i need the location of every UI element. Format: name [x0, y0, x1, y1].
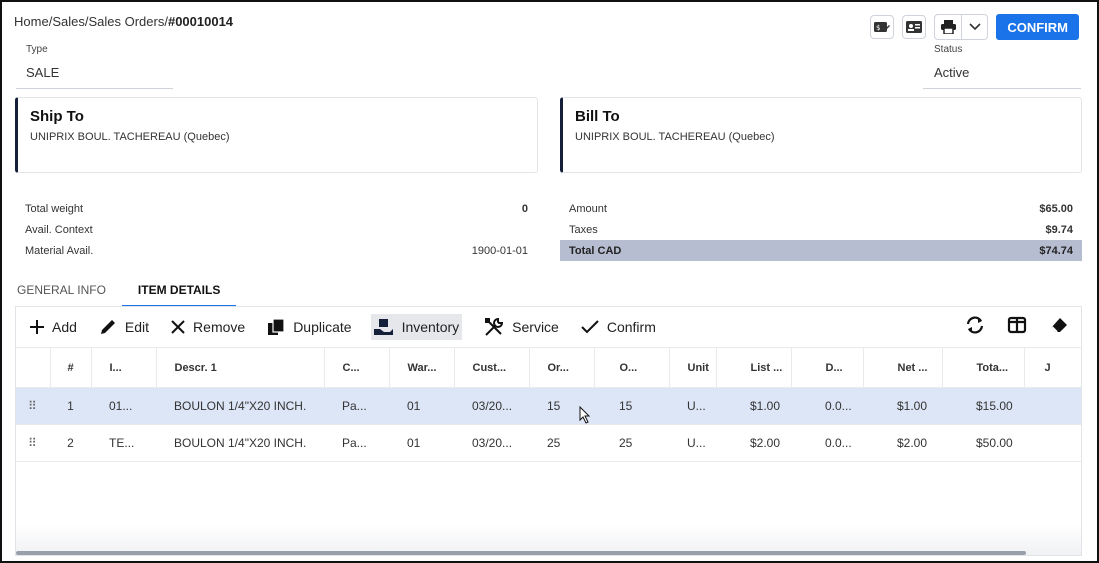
tools-icon	[485, 317, 504, 336]
col-description[interactable]: Descr. 1	[156, 347, 325, 388]
col-unit[interactable]: Unit	[669, 347, 717, 388]
refresh-icon[interactable]	[965, 315, 985, 335]
col-list-price[interactable]: List ...	[716, 347, 792, 388]
eraser-icon[interactable]	[1049, 315, 1069, 335]
price-tag-button[interactable]: $	[870, 15, 895, 39]
print-split-button	[934, 14, 989, 40]
inventory-icon	[373, 319, 393, 335]
weight-summary: Total weight 0 Avail. Context Material Av…	[16, 198, 537, 261]
edit-button[interactable]: Edit	[99, 314, 149, 340]
type-label: Type	[26, 44, 48, 55]
checkmark-icon	[581, 320, 599, 334]
breadcrumb-home[interactable]: Home	[14, 14, 49, 29]
print-options-dropdown[interactable]	[961, 15, 987, 39]
drag-handle-icon[interactable]: ⠿	[16, 387, 50, 425]
sales-order-page: Home / Sales / Sales Orders / #00010014 $ CONF…	[0, 0, 1099, 563]
total-row: Total CAD $74.74	[560, 240, 1082, 261]
breadcrumb-sales[interactable]: Sales	[52, 14, 85, 29]
col-ordered[interactable]: Or...	[529, 347, 595, 388]
close-icon	[171, 320, 185, 334]
confirm-items-button[interactable]: Confirm	[581, 314, 656, 340]
service-button[interactable]: Service	[484, 314, 559, 340]
top-actions: $ CONFIRM	[870, 14, 1079, 40]
grid-toolbar: Add Edit Remove Duplicate Inventory Serv…	[16, 307, 1081, 347]
items-table: # I... Descr. 1 C... War... Cust... Or..…	[16, 347, 1081, 462]
add-button[interactable]: Add	[30, 314, 77, 340]
summary-row: Material Avail. 1900-01-01	[25, 244, 528, 257]
status-label: Status	[934, 44, 963, 55]
table-row[interactable]: ⠿ 2 TE... BOULON 1/4"X20 INCH. Pa... 01 …	[16, 424, 1081, 462]
col-drag	[16, 347, 51, 388]
printer-icon	[940, 20, 956, 34]
inventory-button[interactable]: Inventory	[370, 314, 463, 340]
tab-general-info[interactable]: GENERAL INFO	[16, 279, 122, 307]
table-header-row: # I... Descr. 1 C... War... Cust... Or..…	[16, 347, 1081, 388]
breadcrumb: Home / Sales / Sales Orders / #00010014	[14, 14, 234, 29]
tab-item-details[interactable]: ITEM DETAILS	[121, 279, 237, 307]
summary-row: Avail. Context	[25, 223, 93, 236]
duplicate-button[interactable]: Duplicate	[267, 314, 352, 340]
tab-bar: GENERAL INFO ITEM DETAILS	[16, 279, 237, 307]
col-total[interactable]: Tota...	[942, 347, 1025, 388]
horizontal-scrollbar[interactable]	[16, 525, 1081, 555]
summary-row: Total weight 0	[25, 202, 528, 215]
taxes-row: Taxes $9.74	[569, 223, 1073, 236]
mouse-cursor-icon	[579, 406, 591, 424]
ship-to-card[interactable]: Ship To UNIPRIX BOUL. TACHEREAU (Quebec)	[15, 97, 538, 173]
col-open[interactable]: O...	[594, 347, 670, 388]
amount-row: Amount $65.00	[569, 202, 1073, 215]
duplicate-icon	[268, 318, 285, 335]
col-warehouse[interactable]: War...	[389, 347, 455, 388]
status-field[interactable]: Active	[934, 65, 969, 80]
contact-card-icon	[906, 21, 923, 33]
col-discount[interactable]: D...	[791, 347, 864, 388]
col-item[interactable]: I...	[91, 347, 157, 388]
pencil-icon	[100, 320, 115, 334]
table-row[interactable]: ⠿ 1 01... BOULON 1/4"X20 INCH. Pa... 01 …	[16, 387, 1081, 425]
scrollbar-thumb[interactable]	[16, 551, 1026, 555]
remove-button[interactable]: Remove	[171, 314, 245, 340]
item-details-grid: Add Edit Remove Duplicate Inventory Serv…	[15, 306, 1082, 556]
col-line[interactable]: #	[50, 347, 92, 388]
ship-to-title: Ship To	[30, 108, 84, 125]
chevron-down-icon	[969, 23, 981, 31]
drag-handle-icon[interactable]: ⠿	[16, 424, 50, 462]
confirm-button[interactable]: CONFIRM	[996, 14, 1079, 40]
col-net-price[interactable]: Net ...	[863, 347, 943, 388]
bill-to-address: UNIPRIX BOUL. TACHEREAU (Quebec)	[575, 131, 775, 143]
print-button[interactable]	[935, 15, 961, 39]
col-extra[interactable]: J	[1024, 347, 1081, 388]
columns-icon[interactable]	[1007, 315, 1027, 335]
bill-to-title: Bill To	[575, 108, 620, 125]
amount-summary: Amount $65.00 Taxes $9.74 Total CAD $74.74	[560, 198, 1082, 261]
col-category[interactable]: C...	[324, 347, 390, 388]
bill-to-card[interactable]: Bill To UNIPRIX BOUL. TACHEREAU (Quebec)	[560, 97, 1082, 173]
type-underline	[16, 88, 173, 89]
status-underline	[923, 88, 1081, 89]
svg-text:$: $	[876, 24, 880, 32]
grid-actions	[965, 315, 1069, 335]
contact-card-button[interactable]	[902, 15, 927, 39]
breadcrumb-sales-orders[interactable]: Sales Orders	[88, 14, 164, 29]
breadcrumb-current: #00010014	[167, 14, 234, 29]
col-customer-date[interactable]: Cust...	[454, 347, 530, 388]
price-tag-icon: $	[874, 22, 891, 32]
ship-to-address: UNIPRIX BOUL. TACHEREAU (Quebec)	[30, 131, 230, 143]
type-field[interactable]: SALE	[26, 65, 59, 80]
plus-icon	[30, 320, 44, 334]
